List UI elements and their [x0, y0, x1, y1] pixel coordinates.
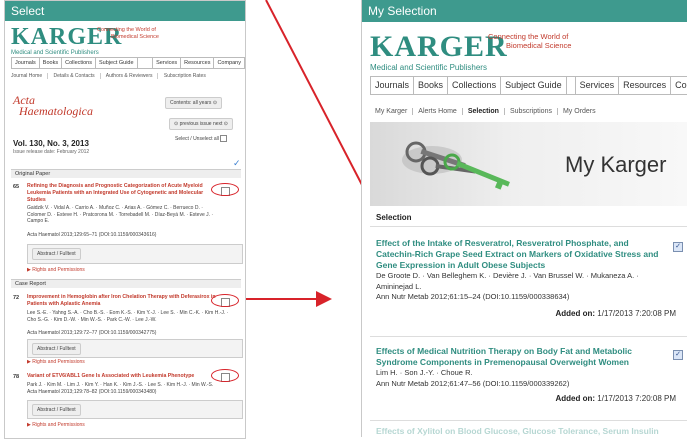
selection-item: Effects of Medical Nutrition Therapy on …: [376, 346, 676, 403]
subnav-subscriptions[interactable]: Subscriptions: [505, 107, 558, 115]
tagline: Connecting the World of Biomedical Scien…: [488, 32, 572, 50]
added-on: Added on: 1/17/2013 7:20:08 PM: [555, 308, 676, 318]
divider: [370, 336, 687, 337]
subnav-my-karger[interactable]: My Karger: [370, 107, 414, 115]
nav-spacer: [567, 77, 576, 94]
nav-company[interactable]: Company: [671, 77, 687, 94]
divider: [370, 226, 687, 227]
item-checkbox[interactable]: ✓: [673, 242, 683, 252]
added-on: Added on: 1/17/2013 7:20:08 PM: [555, 394, 676, 403]
logo-subtitle: Medical and Scientific Publishers: [370, 63, 487, 72]
divider: [370, 420, 687, 421]
article-title[interactable]: Effect of the Intake of Resveratrol, Res…: [376, 238, 661, 271]
main-nav: Journals Books Collections Subject Guide…: [370, 76, 687, 95]
article-citation: Ann Nutr Metab 2012;61:47–56 (DOI:10.115…: [376, 378, 570, 388]
item-checkbox[interactable]: ✓: [673, 350, 683, 360]
account-subnav: My Karger Alerts Home Selection Subscrip…: [370, 100, 687, 123]
nav-services[interactable]: Services: [576, 77, 620, 94]
arrow-icon: [265, 0, 376, 212]
nav-collections[interactable]: Collections: [448, 77, 502, 94]
subnav-my-orders[interactable]: My Orders: [558, 108, 601, 115]
my-selection-panel: My Selection KARGER Medical and Scientif…: [361, 0, 687, 437]
subnav-alerts-home[interactable]: Alerts Home: [413, 107, 463, 115]
selection-heading: Selection: [376, 213, 412, 222]
nav-journals[interactable]: Journals: [371, 77, 415, 94]
article-citation: Ann Nutr Metab 2012;61:15–24 (DOI:10.115…: [376, 292, 570, 301]
selection-item: Effect of the Intake of Resveratrol, Res…: [376, 238, 676, 318]
article-title[interactable]: Effects of Medical Nutrition Therapy on …: [376, 346, 661, 368]
my-selection-title: My Selection: [362, 0, 687, 22]
nav-subject-guide[interactable]: Subject Guide: [501, 77, 567, 94]
article-authors: De Groote D. · Van Belleghem K. · Devièr…: [376, 271, 639, 291]
article-title[interactable]: Effects of Xylitol on Blood Glucose, Glu…: [376, 426, 659, 436]
nav-resources[interactable]: Resources: [619, 77, 672, 94]
nav-books[interactable]: Books: [414, 77, 449, 94]
banner-title: My Karger: [565, 152, 667, 177]
subnav-selection[interactable]: Selection: [463, 107, 505, 115]
article-authors: Lim H. · Son J.-Y. · Choue R.: [376, 368, 473, 377]
